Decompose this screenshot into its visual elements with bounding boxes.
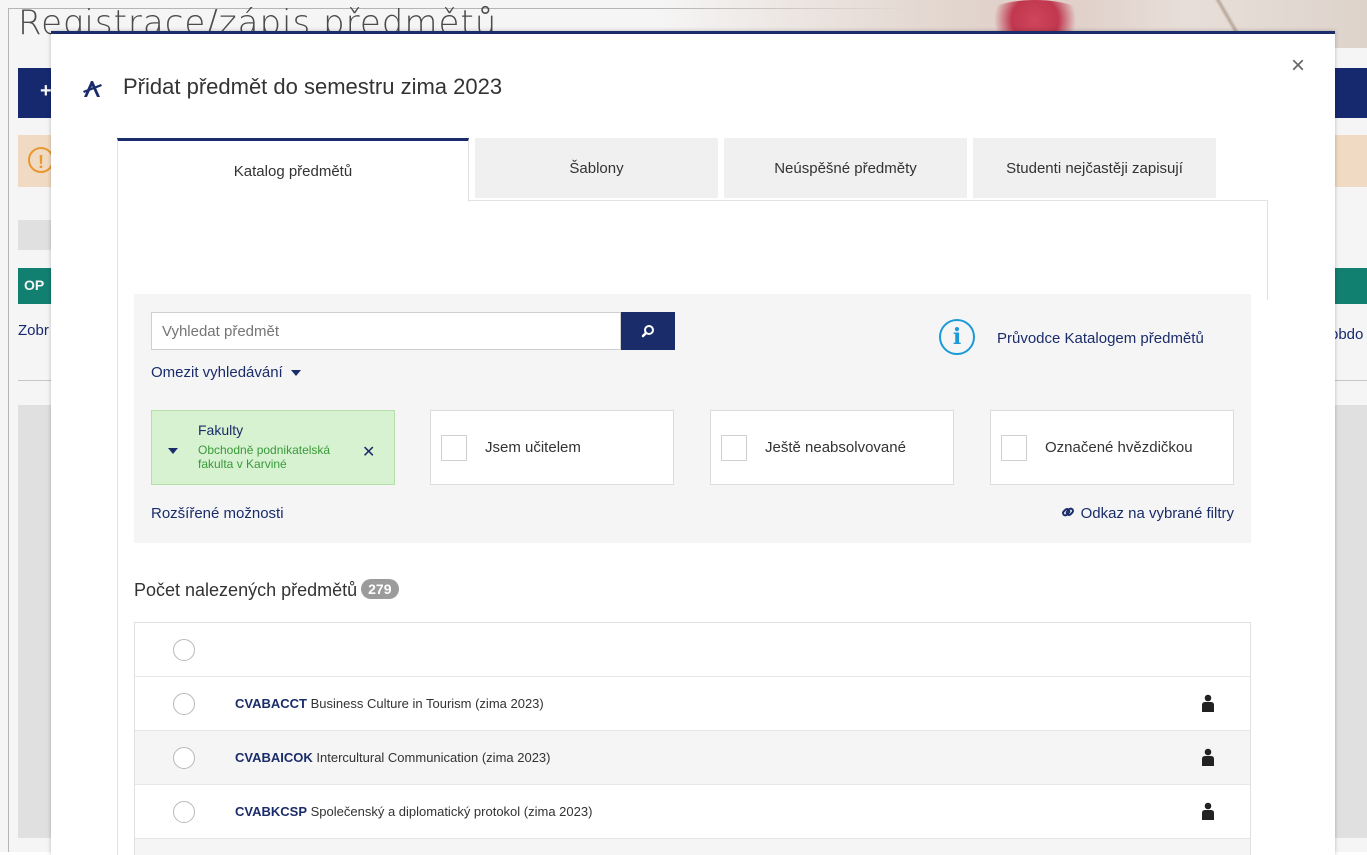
course-code: CVABACCT [235, 696, 307, 711]
compass-pencil-icon [83, 81, 102, 97]
checkbox[interactable] [1001, 435, 1027, 461]
search-button[interactable] [621, 312, 675, 350]
select-all-row [135, 623, 1250, 677]
course-title[interactable]: CVABAICOK Intercultural Communication (z… [235, 750, 551, 765]
tab-catalog[interactable]: Katalog předmětů [117, 138, 469, 202]
tab-popular-courses[interactable]: Studenti nejčastěji zapisují [973, 138, 1216, 198]
person-icon [1202, 748, 1214, 766]
advanced-options-link[interactable]: Rozšířené možnosti [151, 505, 284, 522]
course-radio[interactable] [173, 693, 195, 715]
faculty-filter-value: Obchodně podnikatelská fakulta v Karviné [198, 443, 331, 471]
course-search-input[interactable] [151, 312, 621, 350]
person-icon [1202, 694, 1214, 712]
tab-failed-courses[interactable]: Neúspěšné předměty [724, 138, 967, 198]
course-name: Společenský a diplomatický protokol (zim… [310, 804, 593, 819]
filter-panel: Omezit vyhledávání i Průvodce Katalogem … [134, 294, 1251, 543]
list-item[interactable]: CVABACCT Business Culture in Tourism (zi… [135, 677, 1250, 731]
tab-templates[interactable]: Šablony [475, 138, 718, 198]
filter-not-passed[interactable]: Ještě neabsolvované [710, 410, 954, 485]
catalog-guide-link[interactable]: Průvodce Katalogem předmětů [997, 330, 1204, 347]
link-icon [1061, 507, 1074, 517]
faculty-filter-title: Fakulty [198, 422, 244, 438]
list-item[interactable]: CVABAICOK Intercultural Communication (z… [135, 731, 1250, 785]
limit-search-label: Omezit vyhledávání [151, 364, 283, 381]
filter-teacher[interactable]: Jsem učitelem [430, 410, 674, 485]
tab-bar: Katalog předmětů Šablony Neúspěšné předm… [117, 138, 1269, 202]
filter-starred[interactable]: Označené hvězdičkou [990, 410, 1234, 485]
modal-title: Přidat předmět do semestru zima 2023 [123, 74, 503, 99]
results-count-badge: 279 [361, 579, 399, 599]
filter-not-passed-label: Ještě neabsolvované [765, 439, 906, 456]
filter-teacher-label: Jsem učitelem [485, 439, 581, 456]
results-count: Počet nalezených předmětů 279 [134, 579, 399, 601]
course-title[interactable]: CVABKCSP Společenský a diplomatický prot… [235, 804, 592, 819]
info-icon[interactable]: i [939, 319, 975, 355]
select-all-radio[interactable] [173, 639, 195, 661]
filter-share-link[interactable]: Odkaz na vybrané filtry [1061, 505, 1234, 522]
search-icon [641, 325, 654, 338]
tab-pane-border-right [1267, 200, 1268, 300]
remove-filter-icon[interactable]: ✕ [362, 442, 375, 462]
checkbox[interactable] [441, 435, 467, 461]
course-list: CVABACCT Business Culture in Tourism (zi… [134, 622, 1251, 855]
course-radio[interactable] [173, 801, 195, 823]
person-icon [1202, 802, 1214, 820]
filter-starred-label: Označené hvězdičkou [1045, 439, 1193, 456]
checkbox[interactable] [721, 435, 747, 461]
limit-search-toggle[interactable]: Omezit vyhledávání [151, 364, 301, 381]
course-name: Business Culture in Tourism (zima 2023) [310, 696, 544, 711]
list-item[interactable]: CVABKCSP Společenský a diplomatický prot… [135, 785, 1250, 839]
add-course-modal: Přidat předmět do semestru zima 2023 × K… [51, 31, 1335, 855]
course-name: Intercultural Communication (zima 2023) [316, 750, 551, 765]
course-radio[interactable] [173, 747, 195, 769]
course-code: CVABKCSP [235, 804, 307, 819]
results-count-label: Počet nalezených předmětů [134, 580, 358, 600]
course-code: CVABAICOK [235, 750, 313, 765]
caret-down-icon [290, 370, 301, 377]
tab-pane-border [469, 200, 1267, 201]
caret-down-icon [168, 448, 178, 454]
tab-pane-border-left [117, 202, 118, 855]
filter-share-label: Odkaz na vybrané filtry [1080, 505, 1234, 522]
list-item[interactable] [135, 839, 1250, 855]
close-button[interactable]: × [1291, 54, 1305, 78]
faculty-filter[interactable]: Fakulty Obchodně podnikatelská fakulta v… [151, 410, 395, 485]
course-title[interactable]: CVABACCT Business Culture in Tourism (zi… [235, 696, 544, 711]
